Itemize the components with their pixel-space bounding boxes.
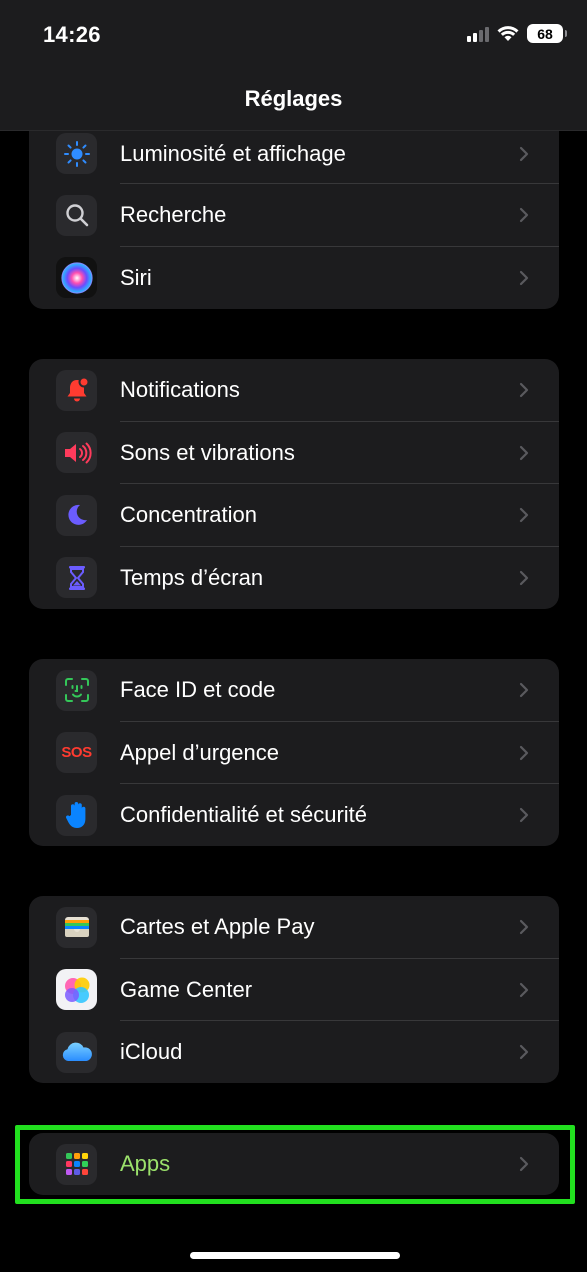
status-time: 14:26 (43, 22, 101, 47)
settings-group-security: Face ID et code SOS Appel d’urgence Conf… (29, 659, 559, 846)
settings-row-wallet[interactable]: Cartes et Apple Pay (29, 896, 559, 959)
moon-icon (56, 494, 97, 536)
sos-icon-text: SOS (61, 744, 92, 762)
hourglass-icon (56, 557, 97, 599)
chevron-right-icon (519, 208, 529, 223)
settings-row-label: Temps d’écran (120, 564, 264, 590)
wifi-icon (497, 25, 519, 41)
faceid-icon (56, 669, 97, 711)
settings-row-label: Apps (120, 1151, 171, 1176)
chevron-right-icon (519, 383, 529, 398)
settings-row-label: Concentration (120, 502, 257, 528)
settings-row-privacy[interactable]: Confidentialité et sécurité (29, 784, 559, 846)
settings-row-search[interactable]: Recherche (29, 184, 559, 247)
chevron-right-icon (519, 146, 529, 162)
cloud-icon (56, 1031, 97, 1073)
chevron-right-icon (519, 1156, 529, 1172)
cellular-signal-icon (467, 26, 489, 42)
settings-row-focus[interactable]: Concentration (29, 484, 559, 547)
chevron-right-icon (519, 1045, 529, 1060)
game-center-icon (56, 969, 97, 1011)
settings-row-screen-time[interactable]: Temps d’écran (29, 547, 559, 610)
sos-icon: SOS (56, 732, 97, 774)
settings-row-label: iCloud (120, 1039, 183, 1065)
settings-row-label: Recherche (120, 202, 227, 228)
apps-grid-icon (56, 1143, 97, 1185)
settings-row-icloud[interactable]: iCloud (29, 1021, 559, 1083)
battery-icon: 68 (527, 24, 567, 43)
settings-row-label: Appel d’urgence (120, 739, 280, 765)
settings-row-label: Cartes et Apple Pay (120, 914, 315, 940)
settings-row-label: Luminosité et affichage (120, 141, 346, 166)
settings-row-sounds[interactable]: Sons et vibrations (29, 422, 559, 484)
settings-row-label: Sons et vibrations (120, 439, 295, 465)
settings-row-notifications[interactable]: Notifications (29, 359, 559, 422)
chevron-right-icon (519, 982, 529, 997)
chevron-right-icon (519, 808, 529, 823)
chevron-right-icon (519, 745, 529, 760)
wallet-icon (56, 906, 97, 948)
settings-row-game-center[interactable]: Game Center (29, 959, 559, 1021)
settings-row-emergency-sos[interactable]: SOS Appel d’urgence (29, 722, 559, 784)
settings-group-display: Luminosité et affichage Recherche Siri (29, 109, 559, 309)
settings-group-notifications: Notifications Sons et vibrations Concent… (29, 359, 559, 609)
brightness-icon (56, 133, 97, 174)
hand-icon (56, 794, 97, 836)
bell-icon (56, 369, 97, 411)
settings-row-apps[interactable]: Apps (29, 1133, 559, 1195)
settings-row-siri[interactable]: Siri (29, 247, 559, 310)
search-icon (56, 194, 97, 236)
chevron-right-icon (519, 683, 529, 698)
speaker-icon (56, 432, 97, 474)
settings-row-label: Confidentialité et sécurité (120, 802, 368, 828)
chevron-right-icon (519, 508, 529, 523)
navigation-header: 14:26 68 Réglages (0, 0, 587, 131)
page-title: Réglages (244, 86, 343, 111)
chevron-right-icon (519, 270, 529, 285)
status-icons: 68 (467, 24, 567, 43)
home-indicator[interactable] (190, 1252, 400, 1259)
settings-screen: 14:26 68 Réglages Luminosité et affichag… (0, 0, 587, 1272)
settings-row-label: Face ID et code (120, 677, 276, 703)
settings-row-label: Game Center (120, 976, 253, 1002)
settings-group-apps: Apps (29, 1133, 559, 1195)
settings-row-faceid[interactable]: Face ID et code (29, 659, 559, 722)
settings-row-label: Notifications (120, 377, 240, 403)
siri-icon (56, 257, 97, 299)
chevron-right-icon (519, 445, 529, 460)
chevron-right-icon (519, 570, 529, 585)
chevron-right-icon (519, 920, 529, 935)
settings-row-label: Siri (120, 264, 152, 290)
settings-group-accounts: Cartes et Apple Pay Game Center iCloud (29, 896, 559, 1083)
